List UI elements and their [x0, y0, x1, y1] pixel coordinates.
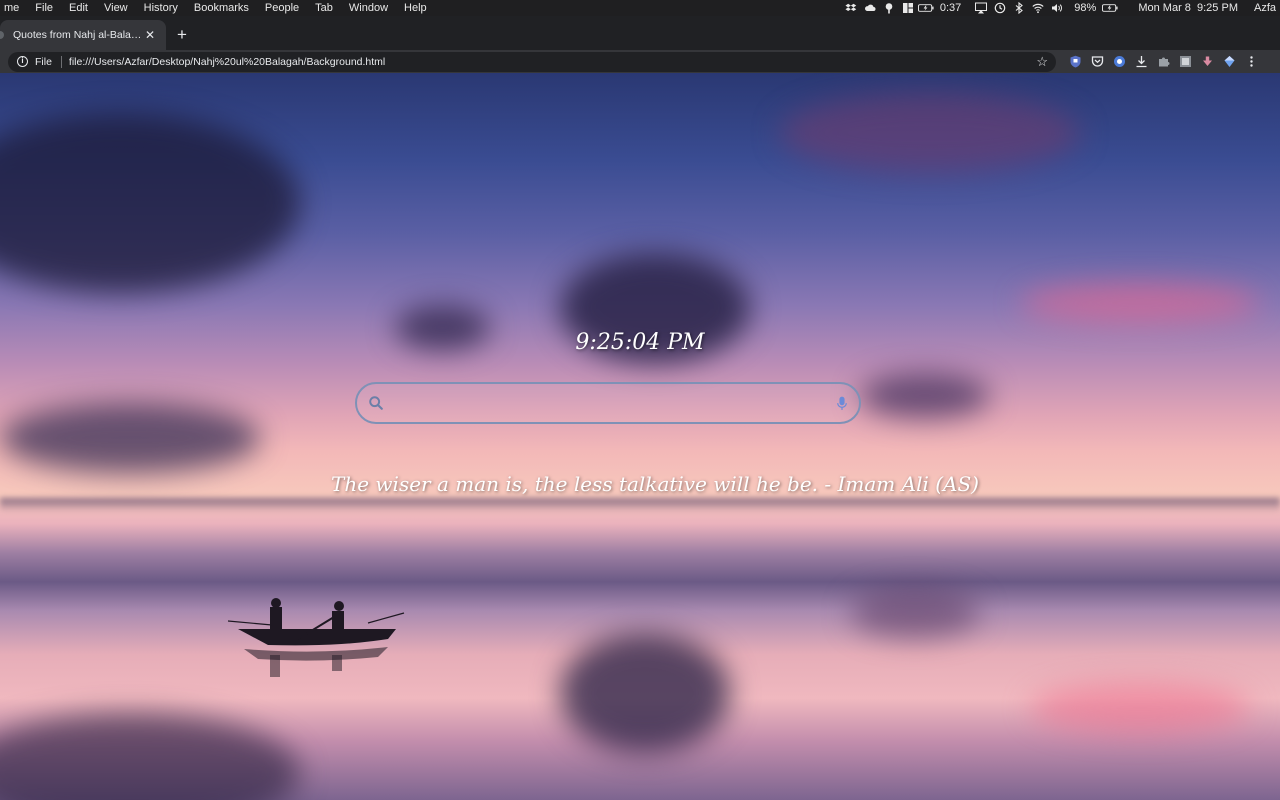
- search-icon[interactable]: [367, 394, 385, 412]
- url-scheme-label: File: [35, 55, 52, 68]
- search-bar[interactable]: [355, 382, 861, 424]
- macos-menu-bar: me File Edit View History Bookmarks Peop…: [0, 0, 1280, 16]
- menu-window[interactable]: Window: [341, 0, 396, 16]
- tab-favicon-icon: [0, 31, 4, 39]
- page-background: 9:25:04 PM The wiser a man is, the less …: [0, 73, 1280, 800]
- tab-close-icon[interactable]: ✕: [142, 27, 158, 43]
- pocket-icon[interactable]: [1090, 55, 1104, 69]
- microphone-icon[interactable]: [835, 394, 849, 412]
- menu-history[interactable]: History: [136, 0, 186, 16]
- menu-people[interactable]: People: [257, 0, 307, 16]
- cloud-decoration: [850, 588, 980, 638]
- wifi-icon[interactable]: [1028, 0, 1047, 16]
- battery-percent: 98%: [1074, 2, 1097, 14]
- cloud-decoration: [560, 633, 730, 753]
- airplay-icon[interactable]: [971, 0, 990, 16]
- menu-tab[interactable]: Tab: [307, 0, 341, 16]
- battery-icon[interactable]: [918, 0, 936, 16]
- extensions-area: [1068, 55, 1258, 69]
- battery-charging-icon[interactable]: [1100, 0, 1120, 16]
- cloud-decoration: [0, 403, 260, 473]
- bluetooth-icon[interactable]: [1009, 0, 1028, 16]
- quote-text: The wiser a man is, the less talkative w…: [331, 472, 979, 496]
- menu-file[interactable]: File: [27, 0, 61, 16]
- clock-display: 9:25:04 PM: [575, 330, 705, 355]
- volume-icon[interactable]: [1047, 0, 1066, 16]
- url-text[interactable]: file:///Users/Azfar/Desktop/Nahj%20ul%20…: [69, 56, 1036, 68]
- battery-time: 0:37: [939, 2, 962, 14]
- time-machine-icon[interactable]: [990, 0, 1009, 16]
- tab-strip: Quotes from Nahj al-Balagha ✕ +: [0, 16, 1280, 50]
- browser-toolbar: i File file:///Users/Azfar/Desktop/Nahj%…: [0, 50, 1280, 73]
- bookmark-star-icon[interactable]: ☆: [1036, 54, 1048, 70]
- menubar-clock[interactable]: Mon Mar 8 9:25 PM: [1134, 0, 1242, 16]
- tab-title: Quotes from Nahj al-Balagha: [13, 29, 142, 41]
- cloud-decoration: [860, 373, 990, 418]
- shield-icon[interactable]: [1068, 55, 1082, 69]
- grid-icon[interactable]: [899, 0, 918, 16]
- horizon-line: [0, 498, 1280, 512]
- globe-icon[interactable]: [1112, 55, 1126, 69]
- menu-bookmarks[interactable]: Bookmarks: [186, 0, 257, 16]
- arrow-down-icon[interactable]: [1200, 55, 1214, 69]
- screenshot-icon[interactable]: [1178, 55, 1192, 69]
- cloud-decoration: [0, 113, 300, 293]
- address-bar[interactable]: i File file:///Users/Azfar/Desktop/Nahj%…: [8, 51, 1056, 72]
- pin-icon[interactable]: [880, 0, 899, 16]
- new-tab-button[interactable]: +: [168, 20, 196, 50]
- cloud-decoration: [780, 93, 1080, 173]
- app-name-menu[interactable]: me: [0, 0, 27, 16]
- search-input[interactable]: [385, 388, 835, 418]
- omnibox-divider: [60, 55, 62, 68]
- download-icon[interactable]: [1134, 55, 1148, 69]
- diamond-icon[interactable]: [1222, 55, 1236, 69]
- menu-icon[interactable]: [1244, 55, 1258, 69]
- app-menu: me File Edit View History Bookmarks Peop…: [0, 0, 435, 16]
- boat-silhouette: [228, 598, 405, 677]
- cloud-decoration: [1020, 283, 1260, 323]
- menu-help[interactable]: Help: [396, 0, 435, 16]
- menu-view[interactable]: View: [96, 0, 136, 16]
- info-icon[interactable]: i: [17, 56, 28, 67]
- puzzle-icon[interactable]: [1156, 55, 1170, 69]
- tab-quotes[interactable]: Quotes from Nahj al-Balagha ✕: [0, 20, 166, 50]
- cloud-decoration: [1030, 683, 1250, 733]
- cloud-icon[interactable]: [861, 0, 880, 16]
- status-area: 0:37 98% Mon Mar 8 9:25 PM Azfa: [842, 0, 1280, 16]
- menu-edit[interactable]: Edit: [61, 0, 96, 16]
- dropbox-icon[interactable]: [842, 0, 861, 16]
- user-name[interactable]: Azfa: [1250, 0, 1280, 16]
- cloud-decoration: [0, 713, 300, 800]
